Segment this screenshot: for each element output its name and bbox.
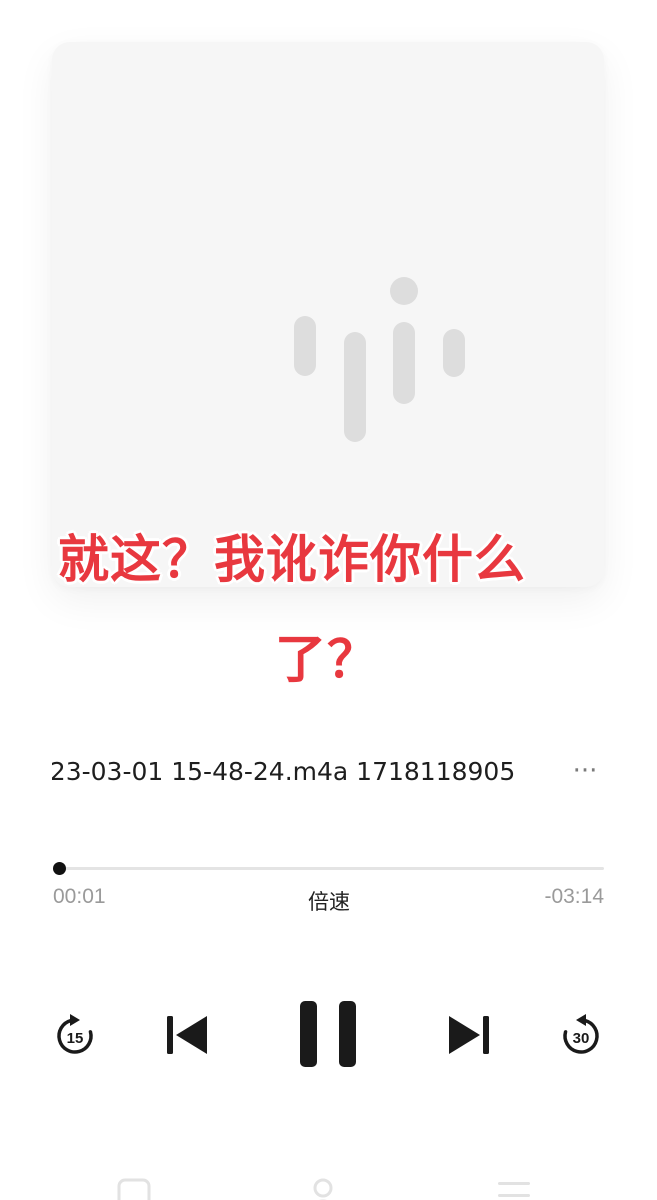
caption-line-1: 就这？我讹诈你什么 bbox=[58, 531, 527, 590]
next-track-button[interactable] bbox=[446, 1012, 492, 1058]
square-tab-icon bbox=[117, 1178, 151, 1200]
skip-previous-icon bbox=[167, 1016, 207, 1054]
album-artwork-card bbox=[52, 42, 604, 587]
person-tab-icon bbox=[313, 1178, 333, 1200]
track-title-marquee: 2023-03-01 15-48-24.m4a 1718118905 bbox=[52, 752, 520, 794]
tab-home[interactable] bbox=[114, 1176, 154, 1200]
caption-line-2: 了？ bbox=[275, 631, 380, 690]
playback-speed-button[interactable]: 倍速 bbox=[296, 886, 362, 916]
remaining-time: -03:14 bbox=[544, 885, 604, 908]
tab-profile[interactable] bbox=[303, 1176, 343, 1200]
track-title: 2023-03-01 15-48-24.m4a 1718118905 bbox=[52, 757, 516, 786]
audio-waveform-icon bbox=[294, 277, 465, 442]
more-horizontal-icon: ··· bbox=[572, 756, 598, 786]
audio-player-screen: 就这？我讹诈你什么 了？ 2023-03-01 15-48-24.m4a 171… bbox=[0, 0, 657, 1200]
rewind-15-button[interactable]: 15 bbox=[52, 1010, 98, 1060]
elapsed-time: 00:01 bbox=[53, 885, 106, 908]
forward-30-icon: 30 bbox=[563, 1014, 599, 1054]
forward-seconds-label: 30 bbox=[573, 1030, 590, 1047]
pause-button[interactable] bbox=[296, 998, 360, 1070]
forward-30-button[interactable]: 30 bbox=[558, 1010, 604, 1060]
skip-next-icon bbox=[449, 1016, 489, 1054]
menu-tab-icon bbox=[498, 1182, 530, 1197]
pause-icon bbox=[300, 1001, 356, 1067]
progress-slider[interactable] bbox=[52, 862, 604, 875]
tab-menu[interactable] bbox=[494, 1176, 534, 1200]
previous-track-button[interactable] bbox=[164, 1012, 210, 1058]
rewind-15-icon: 15 bbox=[57, 1014, 93, 1054]
progress-knob[interactable] bbox=[52, 862, 66, 875]
more-options-button[interactable]: ··· bbox=[563, 758, 607, 784]
rewind-seconds-label: 15 bbox=[67, 1030, 84, 1047]
